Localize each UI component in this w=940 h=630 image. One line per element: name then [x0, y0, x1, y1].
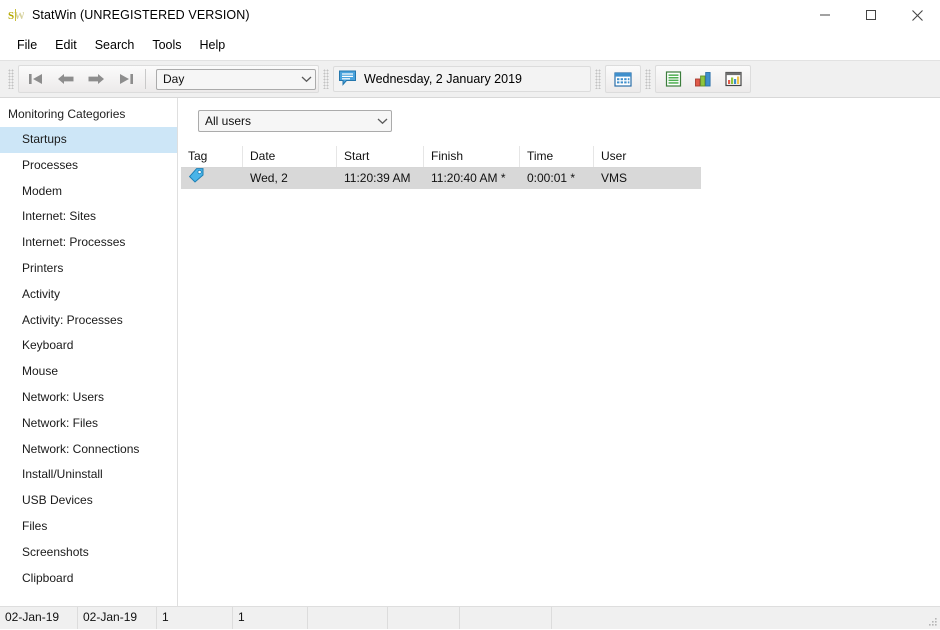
resize-grip[interactable]: [926, 615, 938, 627]
menu-item-file[interactable]: File: [8, 34, 46, 56]
close-button[interactable]: [894, 0, 940, 30]
sidebar-title: Monitoring Categories: [8, 107, 126, 121]
sidebar-item-install-uninstall[interactable]: Install/Uninstall: [0, 462, 177, 488]
status-cell-end-date: 02-Jan-19: [78, 607, 157, 629]
bar-chart-view-button[interactable]: [688, 66, 718, 92]
sidebar-item-startups[interactable]: Startups: [0, 127, 177, 153]
column-header-user[interactable]: User: [594, 146, 701, 167]
sidebar-item-usb-devices[interactable]: USB Devices: [0, 488, 177, 514]
status-cell-count-1: 1: [157, 607, 233, 629]
toolbar-grip-4[interactable]: [645, 69, 651, 89]
minimize-button[interactable]: [802, 0, 848, 30]
period-select[interactable]: Day: [156, 68, 316, 90]
status-cell-8: [552, 607, 940, 629]
cell-start: 11:20:39 AM: [344, 171, 411, 185]
filter-row: All users: [178, 98, 940, 132]
column-header-time[interactable]: Time: [520, 146, 594, 167]
main-body: Monitoring Categories Startups Processes…: [0, 98, 940, 606]
status-cell-7: [460, 607, 552, 629]
status-cell-start-date: 02-Jan-19: [0, 607, 78, 629]
sidebar-item-network-files[interactable]: Network: Files: [0, 411, 177, 437]
cell-user: VMS: [601, 171, 628, 185]
first-record-button[interactable]: [21, 66, 51, 92]
sidebar-item-modem[interactable]: Modem: [0, 179, 177, 205]
date-display[interactable]: Wednesday, 2 January 2019: [333, 66, 591, 92]
toolbar-grip-3[interactable]: [595, 69, 601, 89]
title-bar: S W StatWin (UNREGISTERED VERSION): [0, 0, 940, 30]
sidebar-item-keyboard[interactable]: Keyboard: [0, 333, 177, 359]
view-toolbar-group: [655, 65, 751, 93]
next-record-button[interactable]: [81, 66, 111, 92]
menu-item-search[interactable]: Search: [86, 34, 144, 56]
chevron-down-icon: [297, 75, 315, 83]
previous-record-button[interactable]: [51, 66, 81, 92]
sidebar-item-processes[interactable]: Processes: [0, 153, 177, 179]
cell-time: 0:00:01 *: [527, 171, 576, 185]
status-cell-6: [388, 607, 460, 629]
user-filter-value: All users: [205, 114, 252, 128]
sidebar: Monitoring Categories Startups Processes…: [0, 98, 178, 606]
menu-item-help[interactable]: Help: [191, 34, 235, 56]
calendar-toolbar-group: [605, 65, 641, 93]
content-panel: All users Tag Date Start Finish Time Use…: [178, 98, 940, 606]
sidebar-item-activity-processes[interactable]: Activity: Processes: [0, 308, 177, 334]
sidebar-item-screenshots[interactable]: Screenshots: [0, 540, 177, 566]
user-filter-select[interactable]: All users: [198, 110, 392, 132]
tag-icon: [188, 167, 205, 190]
sidebar-item-network-users[interactable]: Network: Users: [0, 385, 177, 411]
cell-finish: 11:20:40 AM *: [431, 171, 506, 185]
statwin-window: S W StatWin (UNREGISTERED VERSION) File …: [0, 0, 940, 629]
window-title: StatWin (UNREGISTERED VERSION): [32, 8, 250, 22]
menu-item-edit[interactable]: Edit: [46, 34, 86, 56]
app-logo-icon: S W: [8, 7, 25, 23]
column-header-start[interactable]: Start: [337, 146, 424, 167]
sidebar-item-files[interactable]: Files: [0, 514, 177, 540]
sidebar-item-activity[interactable]: Activity: [0, 282, 177, 308]
list-view-button[interactable]: [658, 66, 688, 92]
sidebar-item-internet-sites[interactable]: Internet: Sites: [0, 204, 177, 230]
table-header-row: Tag Date Start Finish Time User: [181, 146, 701, 168]
column-header-tag[interactable]: Tag: [181, 146, 243, 167]
menu-bar: File Edit Search Tools Help: [0, 30, 940, 60]
table-row[interactable]: Wed, 2 11:20:39 AM 11:20:40 AM * 0:00:01…: [181, 168, 701, 189]
toolbar-separator-1: [145, 69, 146, 89]
period-select-value: Day: [163, 72, 185, 86]
toolbar-grip-1[interactable]: [8, 69, 14, 89]
sidebar-item-clipboard[interactable]: Clipboard: [0, 566, 177, 592]
calendar-button[interactable]: [608, 66, 638, 92]
chevron-down-icon: [373, 117, 391, 125]
maximize-button[interactable]: [848, 0, 894, 30]
cell-date: Wed, 2: [250, 171, 288, 185]
toolbar-grip-2[interactable]: [323, 69, 329, 89]
window-controls: [802, 0, 940, 30]
records-table: Tag Date Start Finish Time User Wed, 2 1…: [181, 146, 701, 189]
menu-item-tools[interactable]: Tools: [143, 34, 190, 56]
toolbar: Day Wednesday, 2 January 2019: [0, 60, 940, 98]
sidebar-item-mouse[interactable]: Mouse: [0, 359, 177, 385]
cell-tag: [181, 167, 243, 190]
status-bar: 02-Jan-19 02-Jan-19 1 1: [0, 606, 940, 629]
status-cell-5: [308, 607, 388, 629]
sidebar-item-printers[interactable]: Printers: [0, 256, 177, 282]
sidebar-item-network-connections[interactable]: Network: Connections: [0, 437, 177, 463]
report-view-button[interactable]: [718, 66, 748, 92]
last-record-button[interactable]: [111, 66, 141, 92]
column-header-date[interactable]: Date: [243, 146, 337, 167]
column-header-finish[interactable]: Finish: [424, 146, 520, 167]
sidebar-item-internet-processes[interactable]: Internet: Processes: [0, 230, 177, 256]
date-bubble-icon: [338, 69, 357, 89]
status-cell-count-2: 1: [233, 607, 308, 629]
date-display-value: Wednesday, 2 January 2019: [364, 72, 522, 86]
navigation-toolbar-group: Day: [18, 65, 319, 93]
